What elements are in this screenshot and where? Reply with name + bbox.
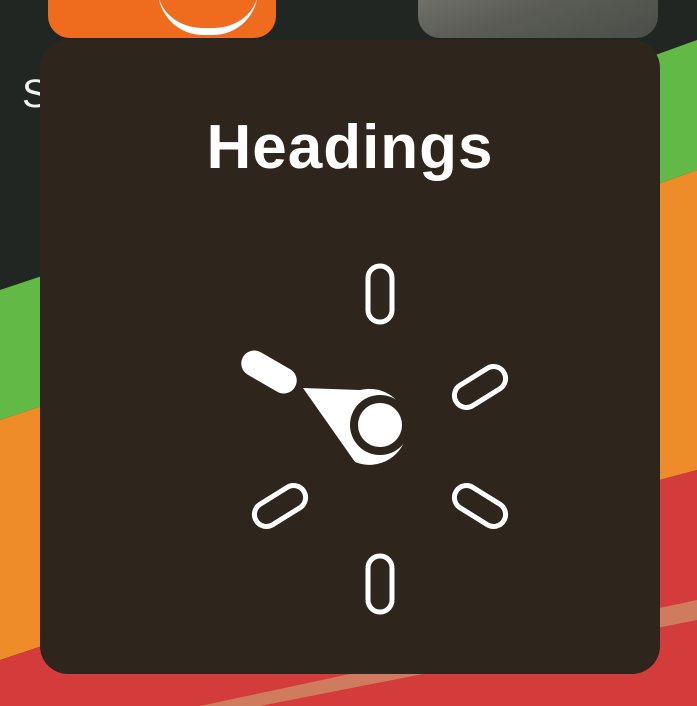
app-logo-icon	[158, 0, 258, 35]
home-screen: S y Headings	[0, 0, 697, 706]
rotor-tick-lower-left	[251, 483, 309, 529]
voiceover-rotor-hud: Headings	[40, 40, 660, 674]
rotor-tick-top	[365, 263, 395, 325]
rotor-pointer-icon	[303, 388, 410, 465]
rotor-tick-lower-right	[451, 483, 509, 529]
rotor-dial[interactable]	[200, 210, 560, 630]
rotor-tick-upper-right	[451, 364, 509, 410]
rotor-tick-selected	[241, 350, 297, 394]
app-icon-left[interactable]	[48, 0, 276, 38]
app-icon-right[interactable]	[418, 0, 658, 38]
rotor-tick-bottom	[365, 553, 395, 615]
rotor-title: Headings	[206, 113, 494, 182]
